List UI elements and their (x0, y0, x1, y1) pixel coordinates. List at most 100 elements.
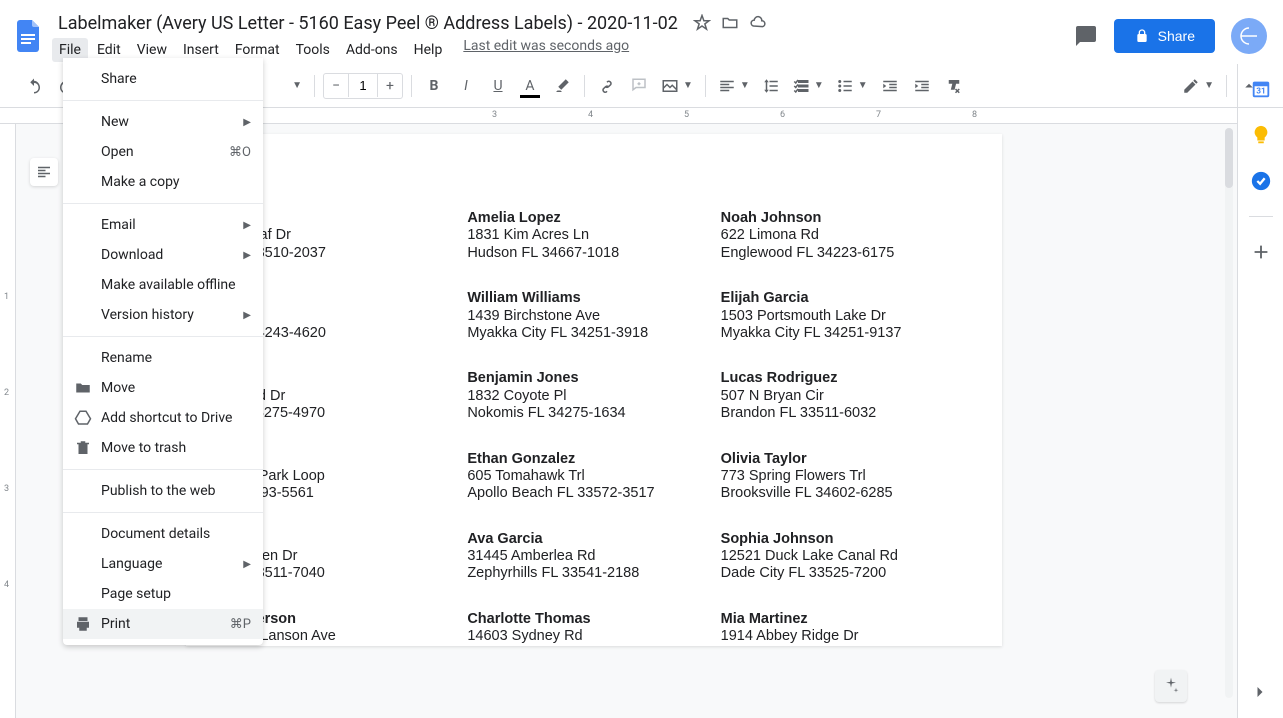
label-name: Benjamin Jones (467, 370, 720, 387)
menu-tools[interactable]: Tools (289, 38, 337, 62)
move-icon[interactable] (720, 13, 740, 33)
address-label[interactable]: Ava Garcia31445 Amberlea RdZephyrhills F… (467, 531, 720, 583)
header-right: Share (1074, 18, 1267, 54)
document-page[interactable]: mithalm Leaf Drn FL 33510-2037Amelia Lop… (186, 134, 1002, 646)
vruler-mark: 2 (4, 388, 9, 398)
vruler-mark: 4 (4, 580, 9, 590)
increase-indent-button[interactable] (908, 72, 936, 100)
outline-button[interactable] (30, 158, 58, 186)
menu-language[interactable]: Language▶ (63, 549, 263, 579)
doc-title[interactable]: Labelmaker (Avery US Letter - 5160 Easy … (52, 11, 684, 36)
menu-label: Publish to the web (101, 483, 216, 499)
ruler-mark: 4 (588, 110, 593, 120)
underline-button[interactable]: U (484, 72, 512, 100)
align-button[interactable]: ▼ (714, 77, 754, 95)
tasks-icon[interactable] (1250, 170, 1272, 192)
ruler-mark: 7 (876, 110, 881, 120)
address-label[interactable]: Ethan Gonzalez605 Tomahawk TrlApollo Bea… (467, 451, 720, 503)
menu-add-shortcut[interactable]: Add shortcut to Drive (63, 403, 263, 433)
menu-version-history[interactable]: Version history▶ (63, 300, 263, 330)
collapse-sidebar-button[interactable] (1250, 682, 1272, 704)
add-on-icon[interactable] (1250, 241, 1272, 263)
label-line2: Brooksville FL 34602-6285 (721, 485, 974, 502)
address-label[interactable]: Olivia Taylor773 Spring Flowers TrlBrook… (721, 451, 974, 503)
ruler-mark: 6 (780, 110, 785, 120)
label-line1: 773 Spring Flowers Trl (721, 468, 974, 485)
menu-label: Language (101, 556, 162, 572)
decrease-font-button[interactable]: − (324, 74, 348, 98)
image-button[interactable]: ▼ (657, 77, 697, 95)
address-label[interactable]: Amelia Lopez1831 Kim Acres LnHudson FL 3… (467, 210, 720, 262)
label-name: Charlotte Thomas (467, 611, 720, 628)
italic-button[interactable]: I (452, 72, 480, 100)
address-label[interactable]: Sophia Johnson12521 Duck Lake Canal RdDa… (721, 531, 974, 583)
menu-label: Download (101, 247, 163, 263)
label-line2: Myakka City FL 34251-3918 (467, 325, 720, 342)
address-label[interactable]: Charlotte Thomas14603 Sydney Rd (467, 611, 720, 646)
menu-open[interactable]: Open⌘O (63, 137, 263, 167)
trash-icon (73, 438, 93, 458)
menu-print[interactable]: Print⌘P (63, 609, 263, 639)
address-label[interactable]: Benjamin Jones1832 Coyote PlNokomis FL 3… (467, 370, 720, 422)
star-icon[interactable] (692, 13, 712, 33)
add-comment-button[interactable] (625, 72, 653, 100)
label-name: Sophia Johnson (721, 531, 974, 548)
menu-trash[interactable]: Move to trash (63, 433, 263, 463)
highlight-button[interactable] (548, 72, 576, 100)
increase-font-button[interactable]: + (378, 74, 402, 98)
menu-label: Add shortcut to Drive (101, 410, 232, 426)
menu-email[interactable]: Email ▶ (63, 210, 263, 240)
address-label[interactable]: Noah Johnson622 Limona RdEnglewood FL 34… (721, 210, 974, 262)
chevron-right-icon: ▶ (243, 220, 251, 231)
link-button[interactable] (593, 72, 621, 100)
checklist-button[interactable]: ▼ (788, 77, 828, 95)
address-label[interactable]: Elijah Garcia1503 Portsmouth Lake DrMyak… (721, 290, 974, 342)
last-edit-link[interactable]: Last edit was seconds ago (463, 38, 629, 62)
vertical-ruler[interactable]: 1 2 3 4 (0, 124, 16, 718)
menu-publish[interactable]: Publish to the web (63, 476, 263, 506)
address-label[interactable]: Lucas Rodriguez507 N Bryan CirBrandon FL… (721, 370, 974, 422)
label-line1: 12521 Duck Lake Canal Rd (721, 548, 974, 565)
menu-offline[interactable]: Make available offline (63, 270, 263, 300)
scrollbar[interactable] (1225, 128, 1233, 698)
share-button[interactable]: Share (1114, 19, 1215, 53)
menu-addons[interactable]: Add-ons (339, 38, 405, 62)
menu-download[interactable]: Download▶ (63, 240, 263, 270)
calendar-icon[interactable]: 31 (1250, 78, 1272, 100)
label-name: William Williams (467, 290, 720, 307)
menu-page-setup[interactable]: Page setup (63, 579, 263, 609)
address-label[interactable]: William Williams1439 Birchstone AveMyakk… (467, 290, 720, 342)
label-name: Lucas Rodriguez (721, 370, 974, 387)
label-line2: Nokomis FL 34275-1634 (467, 405, 720, 422)
ruler-mark: 8 (972, 110, 977, 120)
menu-share[interactable]: Share (63, 64, 263, 94)
menu-help[interactable]: Help (407, 38, 450, 62)
undo-button[interactable] (20, 72, 48, 100)
menu-make-copy[interactable]: Make a copy (63, 167, 263, 197)
comment-icon[interactable] (1074, 24, 1098, 48)
menu-new[interactable]: New▶ (63, 107, 263, 137)
avatar[interactable] (1231, 18, 1267, 54)
text-color-button[interactable]: A (516, 72, 544, 100)
label-line2: Englewood FL 34223-6175 (721, 245, 974, 262)
keep-icon[interactable] (1250, 124, 1272, 146)
font-size-input[interactable] (348, 74, 378, 97)
scrollbar-thumb[interactable] (1225, 128, 1233, 188)
bold-button[interactable]: B (420, 72, 448, 100)
menu-rename[interactable]: Rename (63, 343, 263, 373)
address-label[interactable]: Mia Martinez1914 Abbey Ridge Dr (721, 611, 974, 646)
clear-format-button[interactable] (940, 72, 968, 100)
menu-move[interactable]: Move (63, 373, 263, 403)
docs-logo[interactable] (8, 16, 48, 56)
label-line2: Myakka City FL 34251-9137 (721, 325, 974, 342)
explore-button[interactable] (1155, 670, 1187, 702)
line-spacing-button[interactable] (758, 77, 784, 95)
bullet-list-button[interactable]: ▼ (832, 77, 872, 95)
editing-mode-button[interactable]: ▼ (1178, 77, 1218, 95)
menu-label: New (101, 114, 129, 130)
decrease-indent-button[interactable] (876, 72, 904, 100)
menu-label: Move to trash (101, 440, 186, 456)
menu-label: Email (101, 217, 136, 233)
menu-doc-details[interactable]: Document details (63, 519, 263, 549)
cloud-icon[interactable] (748, 13, 768, 33)
